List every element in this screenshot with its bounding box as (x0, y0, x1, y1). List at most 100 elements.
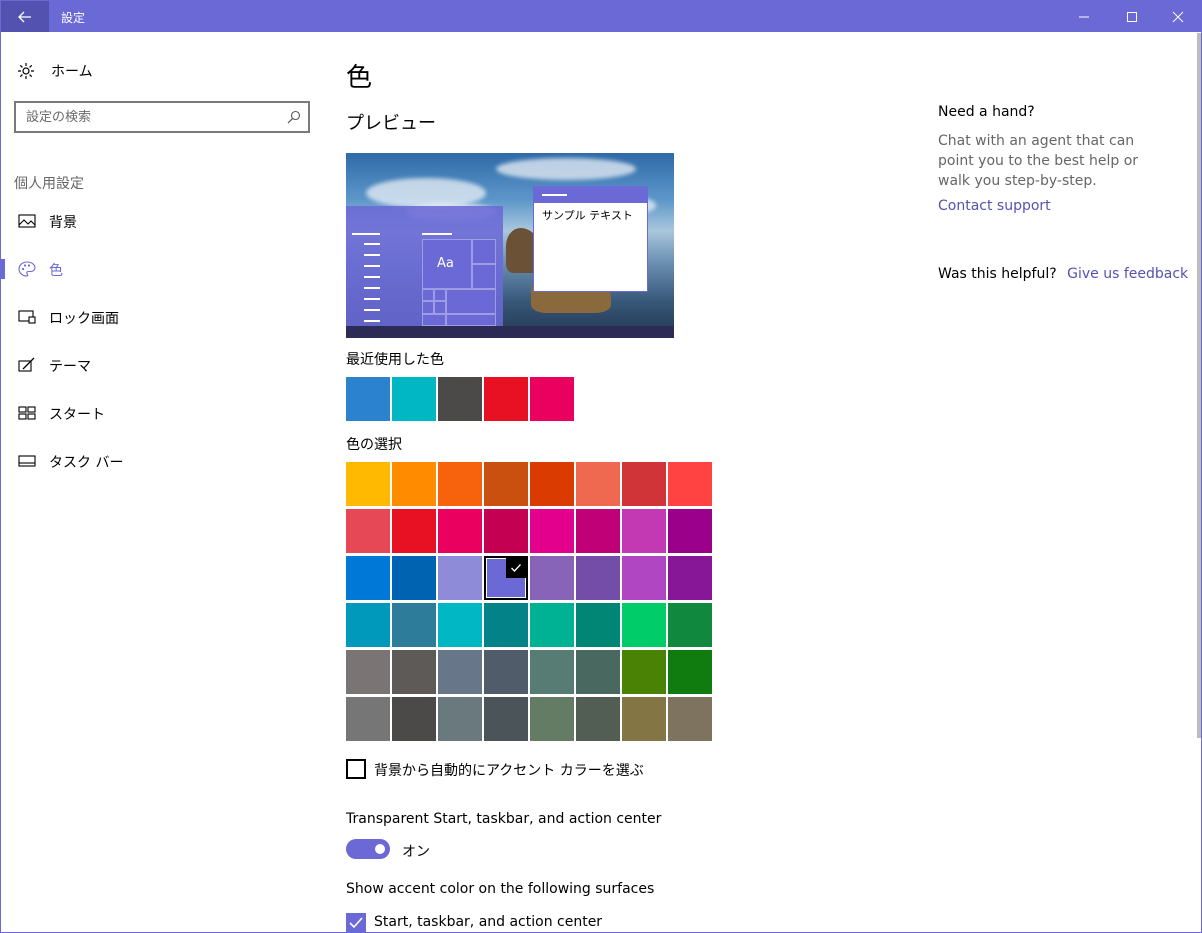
back-button[interactable] (1, 1, 49, 32)
home-label: ホーム (51, 64, 93, 80)
sidebar-item-colors[interactable]: 色 (1, 253, 321, 285)
color-swatch[interactable] (438, 603, 482, 647)
color-swatch[interactable] (484, 650, 528, 694)
color-swatch[interactable] (530, 603, 574, 647)
search-box[interactable] (14, 101, 310, 133)
color-swatch[interactable] (576, 509, 620, 553)
color-swatch[interactable] (668, 556, 712, 600)
auto-accent-checkbox[interactable] (346, 759, 366, 779)
helpful-row: Was this helpful? Give us feedback (938, 266, 1188, 282)
help-title: Need a hand? (938, 104, 1035, 120)
minimize-icon (1079, 16, 1089, 17)
active-indicator (1, 259, 5, 279)
theme-icon (18, 357, 35, 372)
color-swatch[interactable] (668, 697, 712, 741)
selected-check-icon (506, 558, 526, 578)
color-swatch[interactable] (392, 556, 436, 600)
preview-heading: プレビュー (346, 113, 436, 134)
color-swatch[interactable] (484, 462, 528, 506)
color-swatch[interactable] (392, 462, 436, 506)
lock-screen-icon (18, 310, 36, 324)
sidebar-item-lock-screen[interactable]: ロック画面 (1, 301, 321, 333)
color-swatch[interactable] (668, 650, 712, 694)
color-swatch[interactable] (392, 509, 436, 553)
transparency-toggle[interactable] (346, 839, 390, 859)
color-swatch[interactable] (438, 697, 482, 741)
color-swatch[interactable] (484, 697, 528, 741)
search-input[interactable] (26, 108, 276, 126)
auto-accent-label: 背景から自動的にアクセント カラーを選ぶ (374, 763, 644, 779)
preview-taskbar (346, 326, 674, 338)
toggle-knob (375, 844, 385, 854)
color-swatch[interactable] (622, 650, 666, 694)
recent-colors-label: 最近使用した色 (346, 352, 444, 368)
surface-start-label: Start, taskbar, and action center (374, 914, 603, 930)
color-swatch[interactable] (346, 697, 390, 741)
sidebar-item-label: スタート (49, 407, 105, 423)
feedback-link[interactable]: Give us feedback (1067, 266, 1188, 282)
color-swatch[interactable] (622, 556, 666, 600)
color-swatch[interactable] (346, 603, 390, 647)
color-swatch[interactable] (576, 556, 620, 600)
color-swatch[interactable] (346, 556, 390, 600)
recent-color-swatch[interactable] (484, 377, 528, 421)
color-swatch[interactable] (438, 509, 482, 553)
preview-window: サンプル テキスト (533, 186, 648, 292)
color-swatch[interactable] (484, 603, 528, 647)
recent-color-swatch[interactable] (438, 377, 482, 421)
color-swatch[interactable] (668, 603, 712, 647)
color-swatch[interactable] (530, 462, 574, 506)
start-icon (18, 406, 36, 420)
helpful-question: Was this helpful? (938, 266, 1057, 282)
color-swatch[interactable] (668, 462, 712, 506)
contact-support-link[interactable]: Contact support (938, 198, 1051, 214)
color-swatch[interactable] (576, 650, 620, 694)
sidebar-item-label: テーマ (49, 359, 91, 375)
recent-color-swatch[interactable] (530, 377, 574, 421)
color-swatch[interactable] (392, 650, 436, 694)
color-swatch[interactable] (576, 462, 620, 506)
color-swatch[interactable] (346, 462, 390, 506)
section-title: 個人用設定 (14, 176, 84, 192)
color-swatch[interactable] (576, 603, 620, 647)
sidebar-item-background[interactable]: 背景 (1, 205, 321, 237)
color-swatch[interactable] (530, 650, 574, 694)
color-swatch[interactable] (622, 603, 666, 647)
title-bar: 設定 (1, 1, 1201, 32)
recent-color-swatch[interactable] (392, 377, 436, 421)
back-arrow-icon (18, 11, 31, 22)
color-swatch[interactable] (576, 697, 620, 741)
color-swatch[interactable] (346, 650, 390, 694)
color-swatch[interactable] (530, 509, 574, 553)
sidebar-item-start[interactable]: スタート (1, 397, 321, 429)
color-swatch[interactable] (438, 556, 482, 600)
sidebar-item-taskbar[interactable]: タスク バー (1, 445, 321, 477)
color-swatch[interactable] (484, 556, 528, 600)
color-swatch[interactable] (438, 650, 482, 694)
color-swatch[interactable] (346, 509, 390, 553)
sidebar-item-label: タスク バー (49, 455, 124, 471)
color-swatch[interactable] (668, 509, 712, 553)
minimize-button[interactable] (1061, 1, 1107, 32)
checkmark-icon (349, 917, 363, 929)
close-icon (1172, 11, 1184, 22)
search-icon[interactable] (287, 110, 301, 124)
color-swatch[interactable] (530, 556, 574, 600)
color-swatch[interactable] (484, 509, 528, 553)
sidebar-item-themes[interactable]: テーマ (1, 349, 321, 381)
color-swatch[interactable] (530, 697, 574, 741)
color-swatch[interactable] (392, 603, 436, 647)
color-swatch[interactable] (438, 462, 482, 506)
color-swatch[interactable] (622, 697, 666, 741)
sidebar-item-label: ロック画面 (49, 311, 119, 327)
color-swatch[interactable] (622, 509, 666, 553)
maximize-button[interactable] (1109, 1, 1155, 32)
scrollbar[interactable] (1197, 33, 1201, 738)
home-nav[interactable]: ホーム (17, 61, 93, 81)
color-swatch[interactable] (622, 462, 666, 506)
color-swatch[interactable] (392, 697, 436, 741)
surface-start-checkbox[interactable] (346, 913, 366, 933)
picture-icon (18, 214, 36, 228)
recent-color-swatch[interactable] (346, 377, 390, 421)
close-button[interactable] (1155, 1, 1201, 32)
